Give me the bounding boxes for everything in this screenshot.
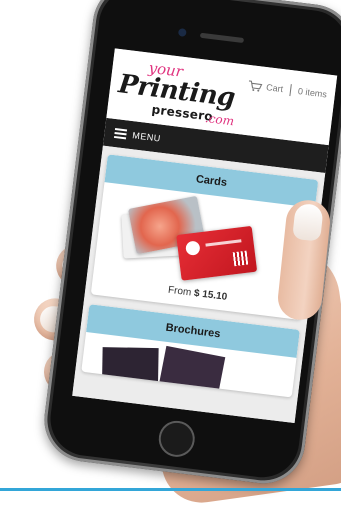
cart-link[interactable]: Cart 0 items [248, 79, 328, 101]
hamburger-icon [113, 128, 128, 140]
price-prefix: From [167, 284, 192, 299]
cart-count: 0 items [297, 86, 328, 100]
product-card-brochures[interactable]: Brochures [81, 304, 300, 398]
front-camera [177, 28, 187, 37]
site-logo[interactable]: your Printing pressero .com [115, 57, 249, 130]
earpiece-speaker [199, 32, 245, 44]
price-value: $ 15.10 [193, 287, 228, 303]
menu-label: MENU [131, 130, 162, 144]
cart-icon [248, 79, 263, 92]
cart-divider [289, 84, 292, 97]
cart-label: Cart [265, 82, 284, 95]
logo-com-text: .com [204, 110, 235, 129]
home-button[interactable] [156, 418, 197, 459]
